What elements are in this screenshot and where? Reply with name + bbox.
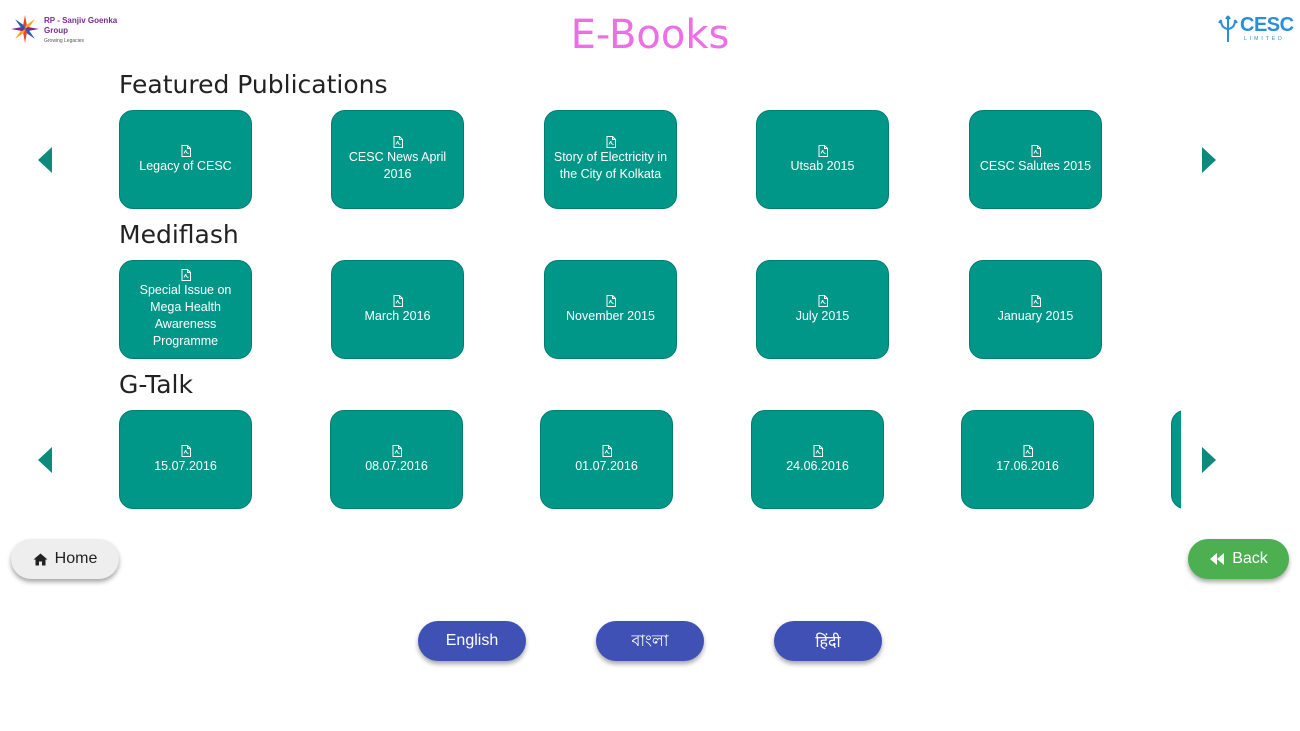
pdf-file-icon <box>181 144 191 157</box>
page-title: E-Books <box>570 12 730 58</box>
pdf-file-icon <box>602 444 612 457</box>
home-icon <box>33 553 48 565</box>
ebook-title: 01.07.2016 <box>575 458 638 473</box>
mediflash-carousel: Special Issue on Mega Health Awareness P… <box>119 260 1181 362</box>
ebook-tile[interactable]: March 2016 <box>331 260 464 359</box>
language-bangla-button[interactable]: বাংলা <box>596 621 704 661</box>
ebook-title: March 2016 <box>364 308 431 323</box>
pdf-file-icon <box>1031 144 1041 157</box>
ebook-title: Special Issue on Mega Health Awareness P… <box>139 283 232 348</box>
ebook-tile[interactable]: 24.06.2016 <box>751 410 884 509</box>
ebook-tile[interactable]: Legacy of CESC <box>119 110 252 209</box>
ebook-tile[interactable]: November 2015 <box>544 260 677 359</box>
language-hindi-button[interactable]: हिंदी <box>774 621 882 661</box>
section-title-gtalk: G-Talk <box>119 370 193 399</box>
ebook-title: July 2015 <box>795 308 850 323</box>
ebook-title: Story of Electricity in the City of Kolk… <box>553 150 668 181</box>
ebook-tile[interactable]: Special Issue on Mega Health Awareness P… <box>119 260 252 359</box>
ebook-tile[interactable]: CESC Salutes 2015 <box>969 110 1102 209</box>
pdf-file-icon <box>818 144 828 157</box>
ebook-title: 17.06.2016 <box>996 458 1059 473</box>
ebook-tile[interactable]: 17.06.2016 <box>961 410 1094 509</box>
pdf-file-icon <box>1023 444 1033 457</box>
section-title-mediflash: Mediflash <box>119 220 239 249</box>
ebook-title: January 2015 <box>997 308 1074 323</box>
ebook-title: Legacy of CESC <box>139 158 232 173</box>
ebook-tile[interactable]: 15.07.2016 <box>119 410 252 509</box>
ebook-tile[interactable]: Story of Electricity in the City of Kolk… <box>544 110 677 209</box>
gtalk-next-arrow-icon[interactable] <box>1202 447 1216 473</box>
featured-next-arrow-icon[interactable] <box>1202 147 1216 173</box>
ebook-tile-partial[interactable] <box>1171 410 1181 509</box>
pdf-file-icon <box>606 294 616 307</box>
gtalk-carousel: 15.07.2016 08.07.2016 01.07.2016 24.06.2… <box>119 410 1181 512</box>
home-button[interactable]: Home <box>11 539 119 579</box>
ebook-title: Utsab 2015 <box>790 158 855 173</box>
language-english-button[interactable]: English <box>418 621 526 661</box>
pdf-file-icon <box>813 444 823 457</box>
gtalk-prev-arrow-icon[interactable] <box>38 447 52 473</box>
ebook-tile[interactable]: 01.07.2016 <box>540 410 673 509</box>
pdf-file-icon <box>181 444 191 457</box>
ebook-title: CESC Salutes 2015 <box>979 158 1092 173</box>
back-label: Back <box>1232 550 1268 567</box>
pdf-file-icon <box>818 294 828 307</box>
section-title-featured: Featured Publications <box>119 70 388 99</box>
featured-prev-arrow-icon[interactable] <box>38 147 52 173</box>
ebook-title: 15.07.2016 <box>154 458 217 473</box>
ebook-title: CESC News April 2016 <box>348 150 447 181</box>
fast-backward-icon <box>1210 553 1225 565</box>
featured-carousel: Legacy of CESC CESC News April 2016 Stor… <box>119 110 1181 212</box>
pdf-file-icon <box>392 444 402 457</box>
ebook-tile[interactable]: January 2015 <box>969 260 1102 359</box>
ebook-title: November 2015 <box>566 308 655 323</box>
ebook-tile[interactable]: July 2015 <box>756 260 889 359</box>
pdf-file-icon <box>393 136 403 148</box>
pdf-file-icon <box>1031 294 1041 307</box>
ebook-title: 08.07.2016 <box>365 458 428 473</box>
ebook-tile[interactable]: CESC News April 2016 <box>331 110 464 209</box>
ebook-tile[interactable]: 08.07.2016 <box>330 410 463 509</box>
ebook-tile[interactable]: Utsab 2015 <box>756 110 889 209</box>
pdf-file-icon <box>181 269 191 281</box>
home-label: Home <box>54 550 98 567</box>
ebook-title: 24.06.2016 <box>786 458 849 473</box>
back-button[interactable]: Back <box>1188 539 1289 579</box>
pdf-file-icon <box>393 294 403 307</box>
pdf-file-icon <box>606 136 616 148</box>
